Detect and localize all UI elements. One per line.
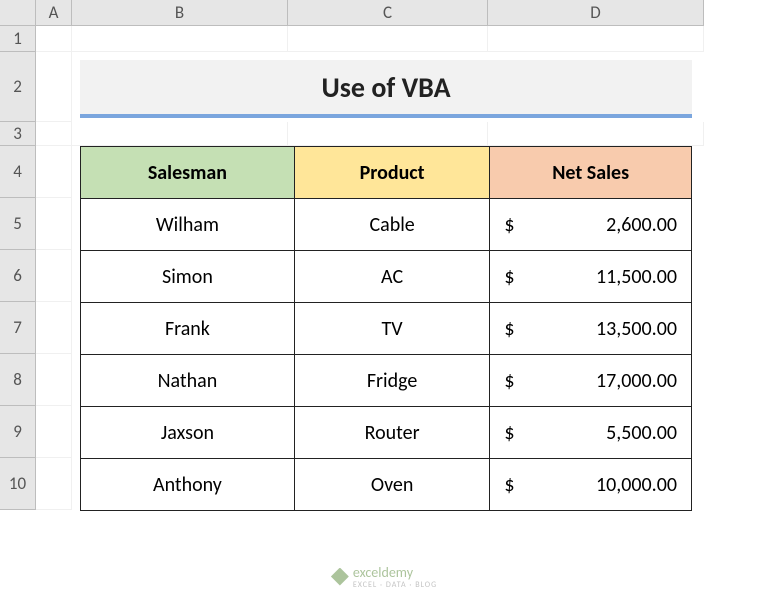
cell-product[interactable]: TV (294, 303, 490, 355)
amount: 11,500.00 (596, 265, 677, 289)
cell-netsales[interactable]: $2,600.00 (490, 199, 692, 251)
cell-netsales[interactable]: $10,000.00 (490, 459, 692, 511)
watermark-logo-icon (331, 568, 349, 586)
cell-product[interactable]: Router (294, 407, 490, 459)
cell-salesman[interactable]: Anthony (81, 459, 295, 511)
currency-symbol: $ (504, 473, 514, 497)
table-row: Wilham Cable $2,600.00 (81, 199, 692, 251)
header-salesman[interactable]: Salesman (81, 147, 295, 199)
cell-A2[interactable] (36, 52, 72, 122)
data-table: Salesman Product Net Sales Wilham Cable … (80, 146, 692, 511)
row-header-7[interactable]: 7 (0, 302, 36, 354)
cell-salesman[interactable]: Simon (81, 251, 295, 303)
col-header-C[interactable]: C (288, 0, 488, 26)
row-header-1[interactable]: 1 (0, 26, 36, 52)
watermark-brand: exceldemy (353, 564, 413, 581)
table-row: Simon AC $11,500.00 (81, 251, 692, 303)
cell-product[interactable]: Cable (294, 199, 490, 251)
cell-A7[interactable] (36, 302, 72, 354)
currency-symbol: $ (504, 369, 514, 393)
cell-A3[interactable] (36, 122, 72, 146)
header-netsales[interactable]: Net Sales (490, 147, 692, 199)
amount: 10,000.00 (596, 473, 677, 497)
cell-B1[interactable] (72, 26, 288, 52)
table-header-row: Salesman Product Net Sales (81, 147, 692, 199)
currency-symbol: $ (504, 421, 514, 445)
select-all-corner[interactable] (0, 0, 36, 26)
amount: 2,600.00 (606, 213, 677, 237)
col-header-A[interactable]: A (36, 0, 72, 26)
watermark: exceldemy EXCEL · DATA · BLOG (331, 564, 437, 589)
cell-product[interactable]: AC (294, 251, 490, 303)
cell-salesman[interactable]: Wilham (81, 199, 295, 251)
data-table-wrap: Salesman Product Net Sales Wilham Cable … (72, 146, 704, 510)
cell-A10[interactable] (36, 458, 72, 510)
row-header-2[interactable]: 2 (0, 52, 36, 122)
cell-netsales[interactable]: $17,000.00 (490, 355, 692, 407)
watermark-tagline: EXCEL · DATA · BLOG (353, 581, 437, 589)
cell-A8[interactable] (36, 354, 72, 406)
row-header-10[interactable]: 10 (0, 458, 36, 510)
cell-A5[interactable] (36, 198, 72, 250)
row-header-4[interactable]: 4 (0, 146, 36, 198)
table-row: Jaxson Router $5,500.00 (81, 407, 692, 459)
amount: 5,500.00 (606, 421, 677, 445)
cell-D3[interactable] (488, 122, 704, 146)
cell-salesman[interactable]: Nathan (81, 355, 295, 407)
amount: 13,500.00 (596, 317, 677, 341)
table-row: Frank TV $13,500.00 (81, 303, 692, 355)
cell-C3[interactable] (288, 122, 488, 146)
currency-symbol: $ (504, 213, 514, 237)
header-product[interactable]: Product (294, 147, 490, 199)
table-row: Nathan Fridge $17,000.00 (81, 355, 692, 407)
cell-C1[interactable] (288, 26, 488, 52)
amount: 17,000.00 (596, 369, 677, 393)
cell-A9[interactable] (36, 406, 72, 458)
cell-A4[interactable] (36, 146, 72, 198)
col-header-D[interactable]: D (488, 0, 704, 26)
cell-product[interactable]: Fridge (294, 355, 490, 407)
spreadsheet-grid: A B C D 1 2 3 4 5 6 7 8 9 10 Use of VBA … (0, 0, 768, 510)
table-row: Anthony Oven $10,000.00 (81, 459, 692, 511)
cell-salesman[interactable]: Frank (81, 303, 295, 355)
currency-symbol: $ (504, 265, 514, 289)
cell-product[interactable]: Oven (294, 459, 490, 511)
cell-A1[interactable] (36, 26, 72, 52)
row-header-8[interactable]: 8 (0, 354, 36, 406)
col-header-B[interactable]: B (72, 0, 288, 26)
currency-symbol: $ (504, 317, 514, 341)
cell-D1[interactable] (488, 26, 704, 52)
cell-netsales[interactable]: $13,500.00 (490, 303, 692, 355)
cell-netsales[interactable]: $5,500.00 (490, 407, 692, 459)
cell-netsales[interactable]: $11,500.00 (490, 251, 692, 303)
cell-salesman[interactable]: Jaxson (81, 407, 295, 459)
row-header-6[interactable]: 6 (0, 250, 36, 302)
row-header-9[interactable]: 9 (0, 406, 36, 458)
row-header-3[interactable]: 3 (0, 122, 36, 146)
cell-B3[interactable] (72, 122, 288, 146)
page-title: Use of VBA (80, 60, 692, 118)
row-header-5[interactable]: 5 (0, 198, 36, 250)
cell-A6[interactable] (36, 250, 72, 302)
